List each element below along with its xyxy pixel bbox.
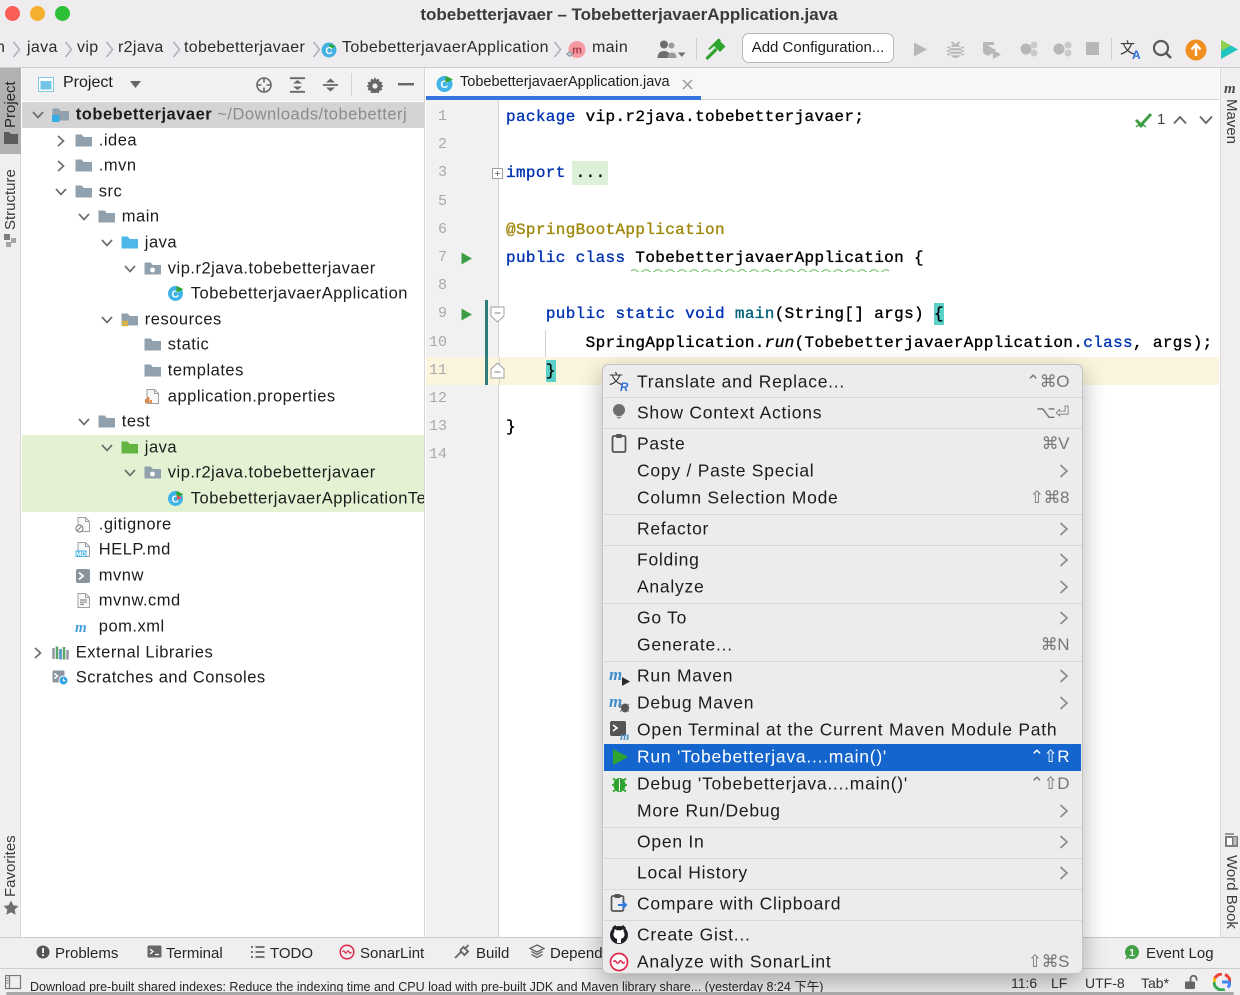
svg-text:m: m <box>75 620 87 635</box>
svg-text:m: m <box>620 729 629 741</box>
svg-text:m: m <box>609 692 622 711</box>
svg-text:m: m <box>1224 81 1236 96</box>
svg-text:A: A <box>1132 48 1141 60</box>
svg-text:MD: MD <box>76 551 86 558</box>
svg-text:C: C <box>325 46 332 57</box>
svg-text:m: m <box>609 665 622 684</box>
svg-text:1: 1 <box>1129 948 1135 959</box>
svg-text:m: m <box>572 45 582 57</box>
svg-text:R: R <box>620 382 629 393</box>
